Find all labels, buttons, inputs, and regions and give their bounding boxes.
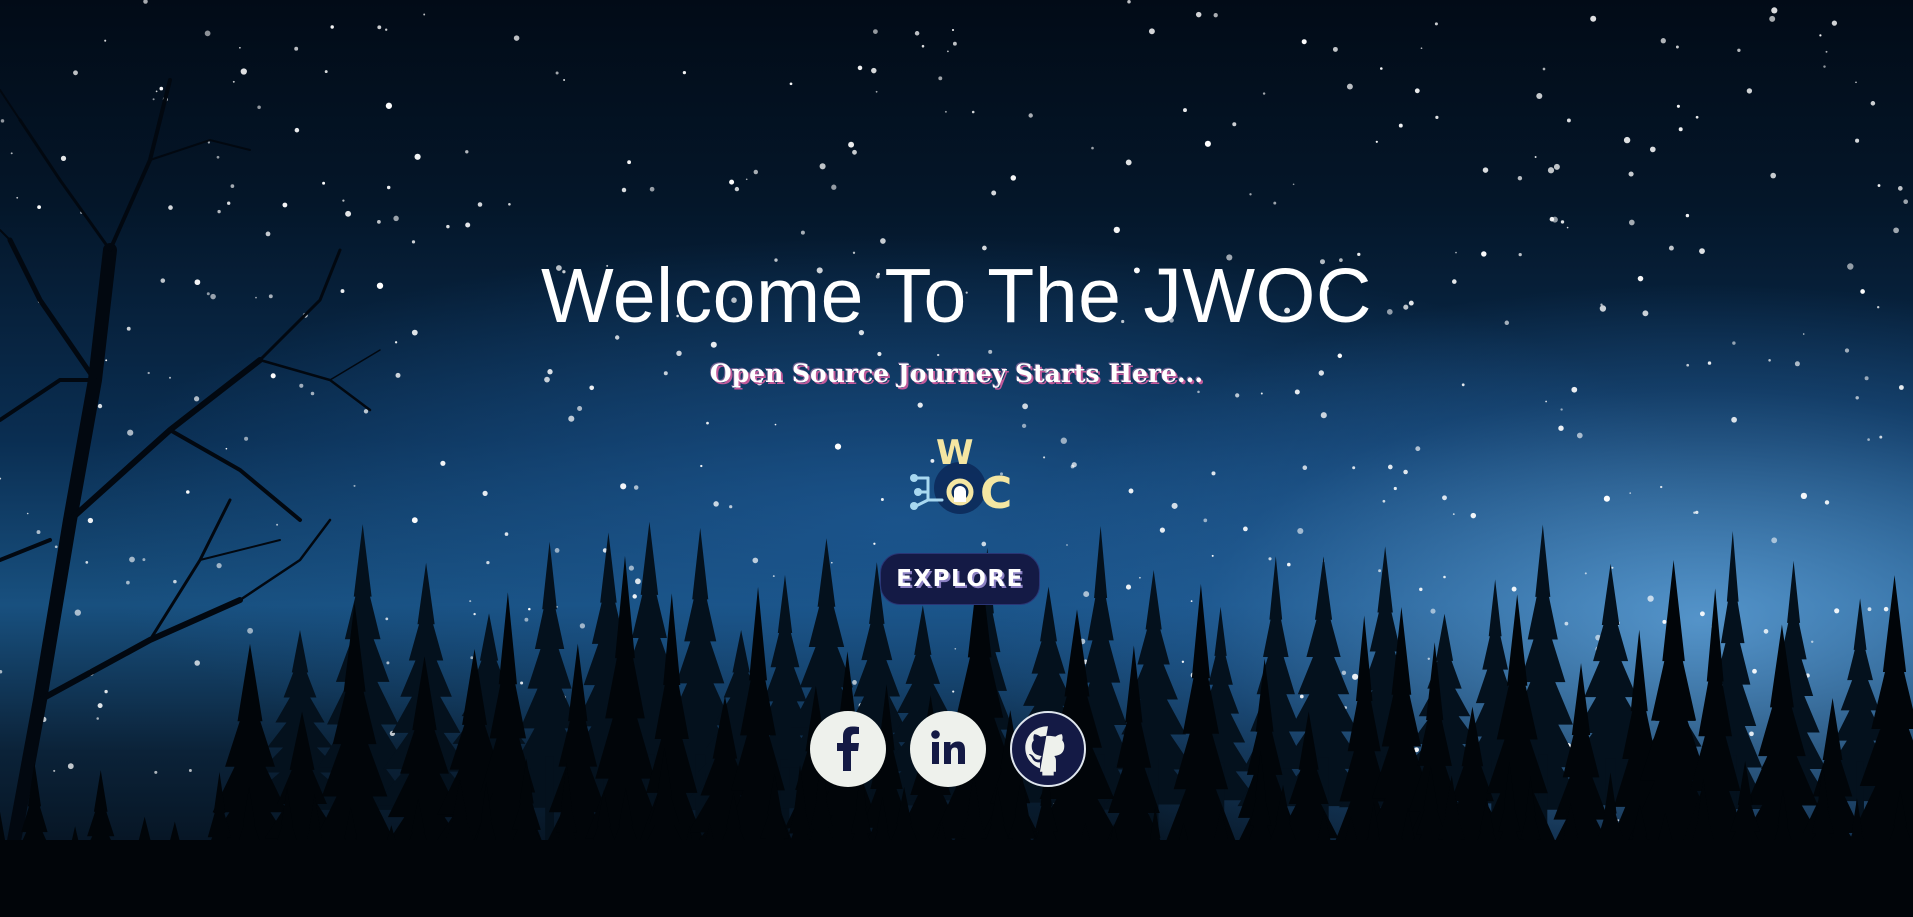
- github-icon: [1025, 726, 1065, 776]
- github-link[interactable]: [1010, 711, 1086, 787]
- hero-content: Welcome To The JWOC Open Source Journey …: [0, 0, 1913, 917]
- hero-background: Welcome To The JWOC Open Source Journey …: [0, 0, 1913, 917]
- linkedin-icon: [931, 730, 965, 764]
- jwoc-logo: W C: [898, 430, 1022, 526]
- page-title: Welcome To The JWOC: [540, 253, 1373, 339]
- logo-letter-w: W: [936, 433, 974, 473]
- linkedin-link[interactable]: [910, 711, 986, 787]
- facebook-link[interactable]: [810, 711, 886, 787]
- facebook-icon: [837, 726, 859, 771]
- logo-letter-c: C: [980, 468, 1012, 519]
- page-subtitle: Open Source Journey Starts Here...: [709, 359, 1204, 388]
- explore-button[interactable]: EXPLORE: [880, 553, 1040, 605]
